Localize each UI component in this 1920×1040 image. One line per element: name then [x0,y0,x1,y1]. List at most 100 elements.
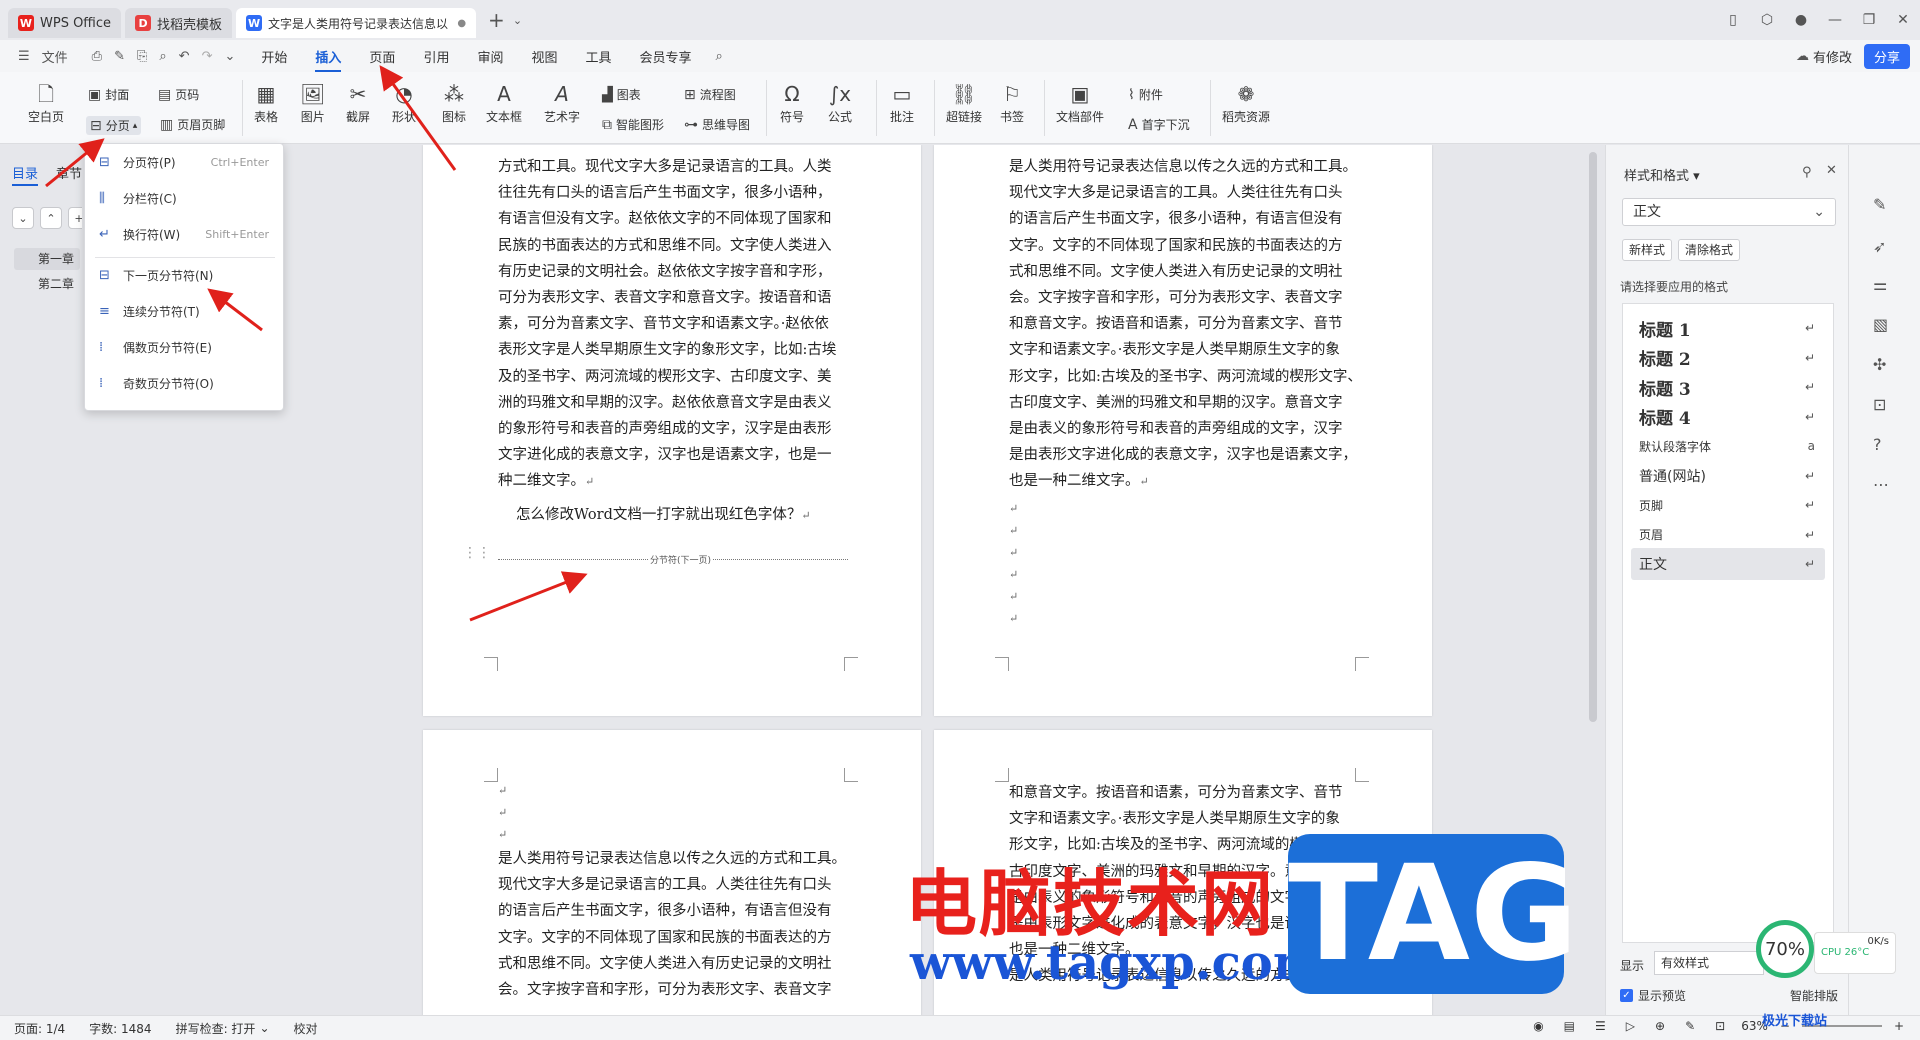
clear-format-button[interactable]: 清除格式 [1678,239,1741,261]
blank-page-button[interactable]: 🗋 空白页 [28,80,64,125]
avatar[interactable]: ● [1784,12,1818,28]
page-2-text[interactable]: 是人类用符号记录表达信息以传之久远的方式和工具。 现代文字大多是记录语言的工具。人… [1009,154,1389,630]
docer-resources-button[interactable]: ❁ 稻壳资源 [1222,80,1270,125]
icon-button[interactable]: ⁂ 图标 [442,80,466,125]
tab-docer-templates[interactable]: D 找稻壳模板 [125,8,233,38]
minimize-icon[interactable]: — [1818,12,1852,28]
menu-home[interactable]: 开始 [261,47,287,66]
word-count[interactable]: 字数: 1484 [89,1020,151,1037]
outline-item[interactable]: 第一章 [14,248,80,270]
dropcap-button[interactable]: A 首字下沉 [1128,116,1190,133]
continuous-section-break-item[interactable]: ≡ 连续分节符(T) [85,297,283,325]
outline-view-icon[interactable]: ☰ [1595,1019,1606,1033]
cover-button[interactable]: ▣ 封面 [88,86,129,103]
pen-icon[interactable]: ✎ [1873,195,1886,214]
menu-member[interactable]: 会员专享 [640,47,692,66]
table-button[interactable]: ▦ 表格 [254,80,278,125]
style-item[interactable]: 普通(网站) ↵ [1631,460,1825,492]
shape-button[interactable]: ◔ 形状 [392,80,416,125]
outline-item[interactable]: 第二章 [14,273,80,295]
new-style-button[interactable]: 新样式 [1622,239,1673,261]
close-icon[interactable]: ✕ [1886,12,1920,28]
menu-references[interactable]: 引用 [423,47,449,66]
current-style-select[interactable]: 正文 ⌄ [1622,198,1836,226]
print-icon[interactable]: ⎘ [137,49,147,64]
header-footer-button[interactable]: ▥ 页眉页脚 [160,116,225,133]
redo-icon[interactable]: ↷ [202,49,213,64]
even-page-section-break-item[interactable]: ⁞ 偶数页分节符(E) [85,333,283,361]
hyperlink-button[interactable]: ⛓ 超链接 [946,80,982,125]
tab-chapter[interactable]: 章节 [56,163,82,182]
proofread-button[interactable]: 校对 [294,1020,318,1037]
tab-current-document[interactable]: W 文字是人类用符号记录表达信息以 ● [236,8,477,38]
help-icon[interactable]: ? [1873,435,1882,454]
chevron-up-icon[interactable]: ⌃ [40,207,62,229]
undo-icon[interactable]: ↶ [179,49,190,64]
share-button[interactable]: 分享 [1863,44,1910,69]
chevron-down-icon[interactable]: ⌄ [259,1021,269,1035]
image-edit-icon[interactable]: ▧ [1873,315,1888,334]
menu-view[interactable]: 视图 [531,47,557,66]
attachment-button[interactable]: ⌇ 附件 [1128,86,1163,103]
pin-icon[interactable]: ⚲ [1802,165,1812,180]
textbox-button[interactable]: A 文本框 [486,80,522,125]
menu-page[interactable]: 页面 [369,47,395,66]
style-item[interactable]: 页脚 ↵ [1631,489,1825,521]
column-break-item[interactable]: ⫼ 分栏符(C) [85,184,283,212]
new-tab-plus-icon[interactable]: + [488,8,505,32]
page-1-text[interactable]: 方式和工具。现代文字大多是记录语言的工具。人类 往往先有口头的语言后产生书面文字，… [498,154,868,529]
page-3-text[interactable]: ↵ ↵ ↵ 是人类用符号记录表达信息以传之久远的方式和工具。 现代文字大多是记录语… [498,780,878,1003]
hamburger-icon[interactable]: ☰ [18,49,30,64]
zoom-in-icon[interactable]: + [1894,1019,1904,1033]
performance-gauge[interactable]: 70% [1756,920,1814,978]
flowchart-button[interactable]: ⊞ 流程图 [684,86,736,103]
tab-toc[interactable]: 目录 [12,163,39,186]
spell-check-toggle[interactable]: 拼写检查: 打开 [176,1020,256,1037]
vertical-scrollbar[interactable] [1589,152,1597,722]
styles-pane-title[interactable]: 样式和格式 ▾ [1624,165,1700,184]
style-item[interactable]: 标题 3 ↵ [1631,371,1825,403]
save-icon[interactable]: ⎙ [92,49,102,64]
formula-button[interactable]: ∫x 公式 [828,80,852,125]
menu-file[interactable]: 文件 [42,47,68,66]
page-view-icon[interactable]: ▤ [1564,1019,1575,1033]
preview-icon[interactable]: ⌕ [159,49,166,64]
play-icon[interactable]: ▷ [1626,1019,1635,1033]
checkbox-checked-icon[interactable]: ✓ [1620,989,1633,1002]
picture-button[interactable]: 🖼 图片 [300,80,325,125]
preview-checkbox-row[interactable]: ✓ 显示预览 [1620,987,1686,1004]
style-item[interactable]: 正文 ↵ [1631,548,1825,580]
mindmap-button[interactable]: ⊶ 思维导图 [684,116,750,133]
fit-icon[interactable]: ⊡ [1715,1019,1725,1033]
close-pane-icon[interactable]: ✕ [1826,163,1837,178]
next-page-section-break-item[interactable]: ⊟ 下一页分节符(N) [85,261,283,289]
screenshot-button[interactable]: ✂ 截屏 [346,80,370,125]
line-break-item[interactable]: ↵ 换行符(W) Shift+Enter [85,220,283,248]
layout-icon[interactable]: ▯ [1716,12,1750,28]
chart-button[interactable]: ▟ 图表 [602,86,641,103]
menu-tools[interactable]: 工具 [585,47,611,66]
cube-icon[interactable]: ⬡ [1750,12,1784,28]
search-icon[interactable]: ⌕ [716,49,723,64]
style-item[interactable]: 页眉 ↵ [1631,519,1825,551]
show-filter-select[interactable]: 有效样式 [1654,951,1764,975]
more-icon[interactable]: ⋯ [1873,475,1889,494]
more-chevron-icon[interactable]: ⌄ [224,49,235,64]
doc-parts-button[interactable]: ▣ 文档部件 [1056,80,1104,125]
style-item[interactable]: 标题 4 ↵ [1631,401,1825,433]
menu-insert[interactable]: 插入 [315,47,342,72]
book-icon[interactable]: ⊡ [1873,395,1886,414]
sliders-icon[interactable]: ⚌ [1873,275,1887,294]
page-break-item[interactable]: ⊟ 分页符(P) Ctrl+Enter [85,148,283,176]
tab-wps-office[interactable]: W WPS Office [8,8,122,38]
page-number-button[interactable]: ▤ 页码 [158,86,199,103]
style-item[interactable]: 标题 1 ↵ [1631,312,1825,344]
pen-mode-icon[interactable]: ✎ [1685,1019,1695,1033]
eye-icon[interactable]: ◉ [1533,1019,1543,1033]
break-button[interactable]: ⊟ 分页 ▴ [86,116,142,135]
odd-page-section-break-item[interactable]: ⁞ 奇数页分节符(O) [85,369,283,397]
has-changes-label[interactable]: 有修改 [1813,47,1852,66]
wordart-button[interactable]: A 艺术字 [544,80,580,125]
style-item[interactable]: 标题 2 ↵ [1631,342,1825,374]
tab-list-chevron-icon[interactable]: ⌄ [513,14,522,27]
